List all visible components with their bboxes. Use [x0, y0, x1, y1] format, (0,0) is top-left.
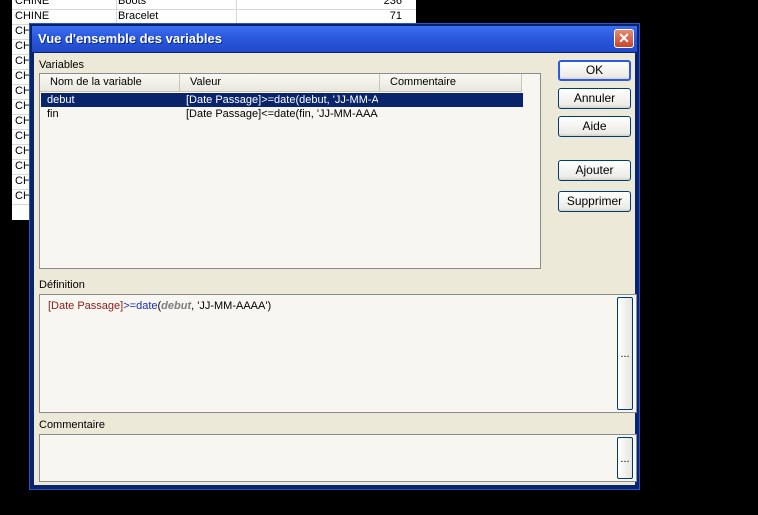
background-cell: 236	[236, 0, 414, 9]
variable-name: debut	[47, 94, 75, 106]
variable-comment	[386, 107, 516, 121]
definition-paren-close: )	[267, 300, 272, 312]
dialog-title: Vue d'ensemble des variables	[38, 31, 222, 46]
variables-label: Variables	[39, 59, 85, 71]
definition-editor[interactable]: [Date Passage]>=date(debut, 'JJ-MM-AAAA'…	[39, 294, 637, 413]
column-header-name[interactable]: Nom de la variable	[40, 74, 180, 91]
background-cell: Boots	[116, 0, 236, 9]
add-button[interactable]: Ajouter	[558, 160, 631, 181]
background-cell: CHINE	[15, 0, 50, 7]
comment-editor[interactable]: ...	[39, 434, 637, 482]
column-header-comment[interactable]: Commentaire	[380, 74, 522, 91]
definition-function: date	[136, 300, 158, 312]
variable-row-fin[interactable]: fin [Date Passage]<=date(fin, 'JJ-MM-AAA…	[41, 107, 523, 121]
definition-string: 'JJ-MM-AAAA'	[197, 300, 268, 312]
definition-field: [Date Passage]	[48, 300, 124, 312]
definition-label: Définition	[39, 279, 85, 291]
cancel-button[interactable]: Annuler	[558, 88, 631, 109]
background-cell: Bracelet	[116, 9, 236, 24]
definition-variable: debut	[161, 300, 192, 312]
column-header-value[interactable]: Valeur	[180, 74, 380, 91]
variable-name: fin	[47, 108, 59, 120]
definition-ellipsis-button[interactable]: ...	[617, 297, 633, 410]
list-header: Nom de la variable Valeur Commentaire	[40, 74, 522, 92]
variables-list[interactable]: Nom de la variable Valeur Commentaire de…	[39, 73, 541, 269]
variable-value: [Date Passage]<=date(fin, 'JJ-MM-AAAA')	[186, 108, 378, 120]
close-icon[interactable]: ✕	[614, 29, 634, 48]
comment-label: Commentaire	[39, 419, 106, 431]
dialog-client: Variables Nom de la variable Valeur Comm…	[34, 53, 637, 485]
comment-ellipsis-button[interactable]: ...	[617, 437, 633, 479]
delete-button[interactable]: Supprimer	[558, 191, 631, 212]
ok-button[interactable]: OK	[558, 60, 631, 81]
help-button[interactable]: Aide	[558, 116, 631, 137]
title-bar[interactable]: Vue d'ensemble des variables ✕	[32, 26, 637, 52]
definition-text: [Date Passage]>=date(debut, 'JJ-MM-AAAA'…	[48, 300, 271, 312]
definition-operator: >=	[123, 300, 137, 312]
variable-comment	[386, 93, 516, 107]
variables-overview-dialog: Vue d'ensemble des variables ✕ Variables…	[29, 23, 640, 490]
background-cell: CHINE	[15, 10, 50, 22]
variable-row-debut[interactable]: debut [Date Passage]>=date(debut, 'JJ-MM…	[41, 93, 523, 107]
background-cell: 71	[236, 9, 414, 24]
variable-value: [Date Passage]>=date(debut, 'JJ-MM-AAAA'…	[186, 94, 378, 106]
